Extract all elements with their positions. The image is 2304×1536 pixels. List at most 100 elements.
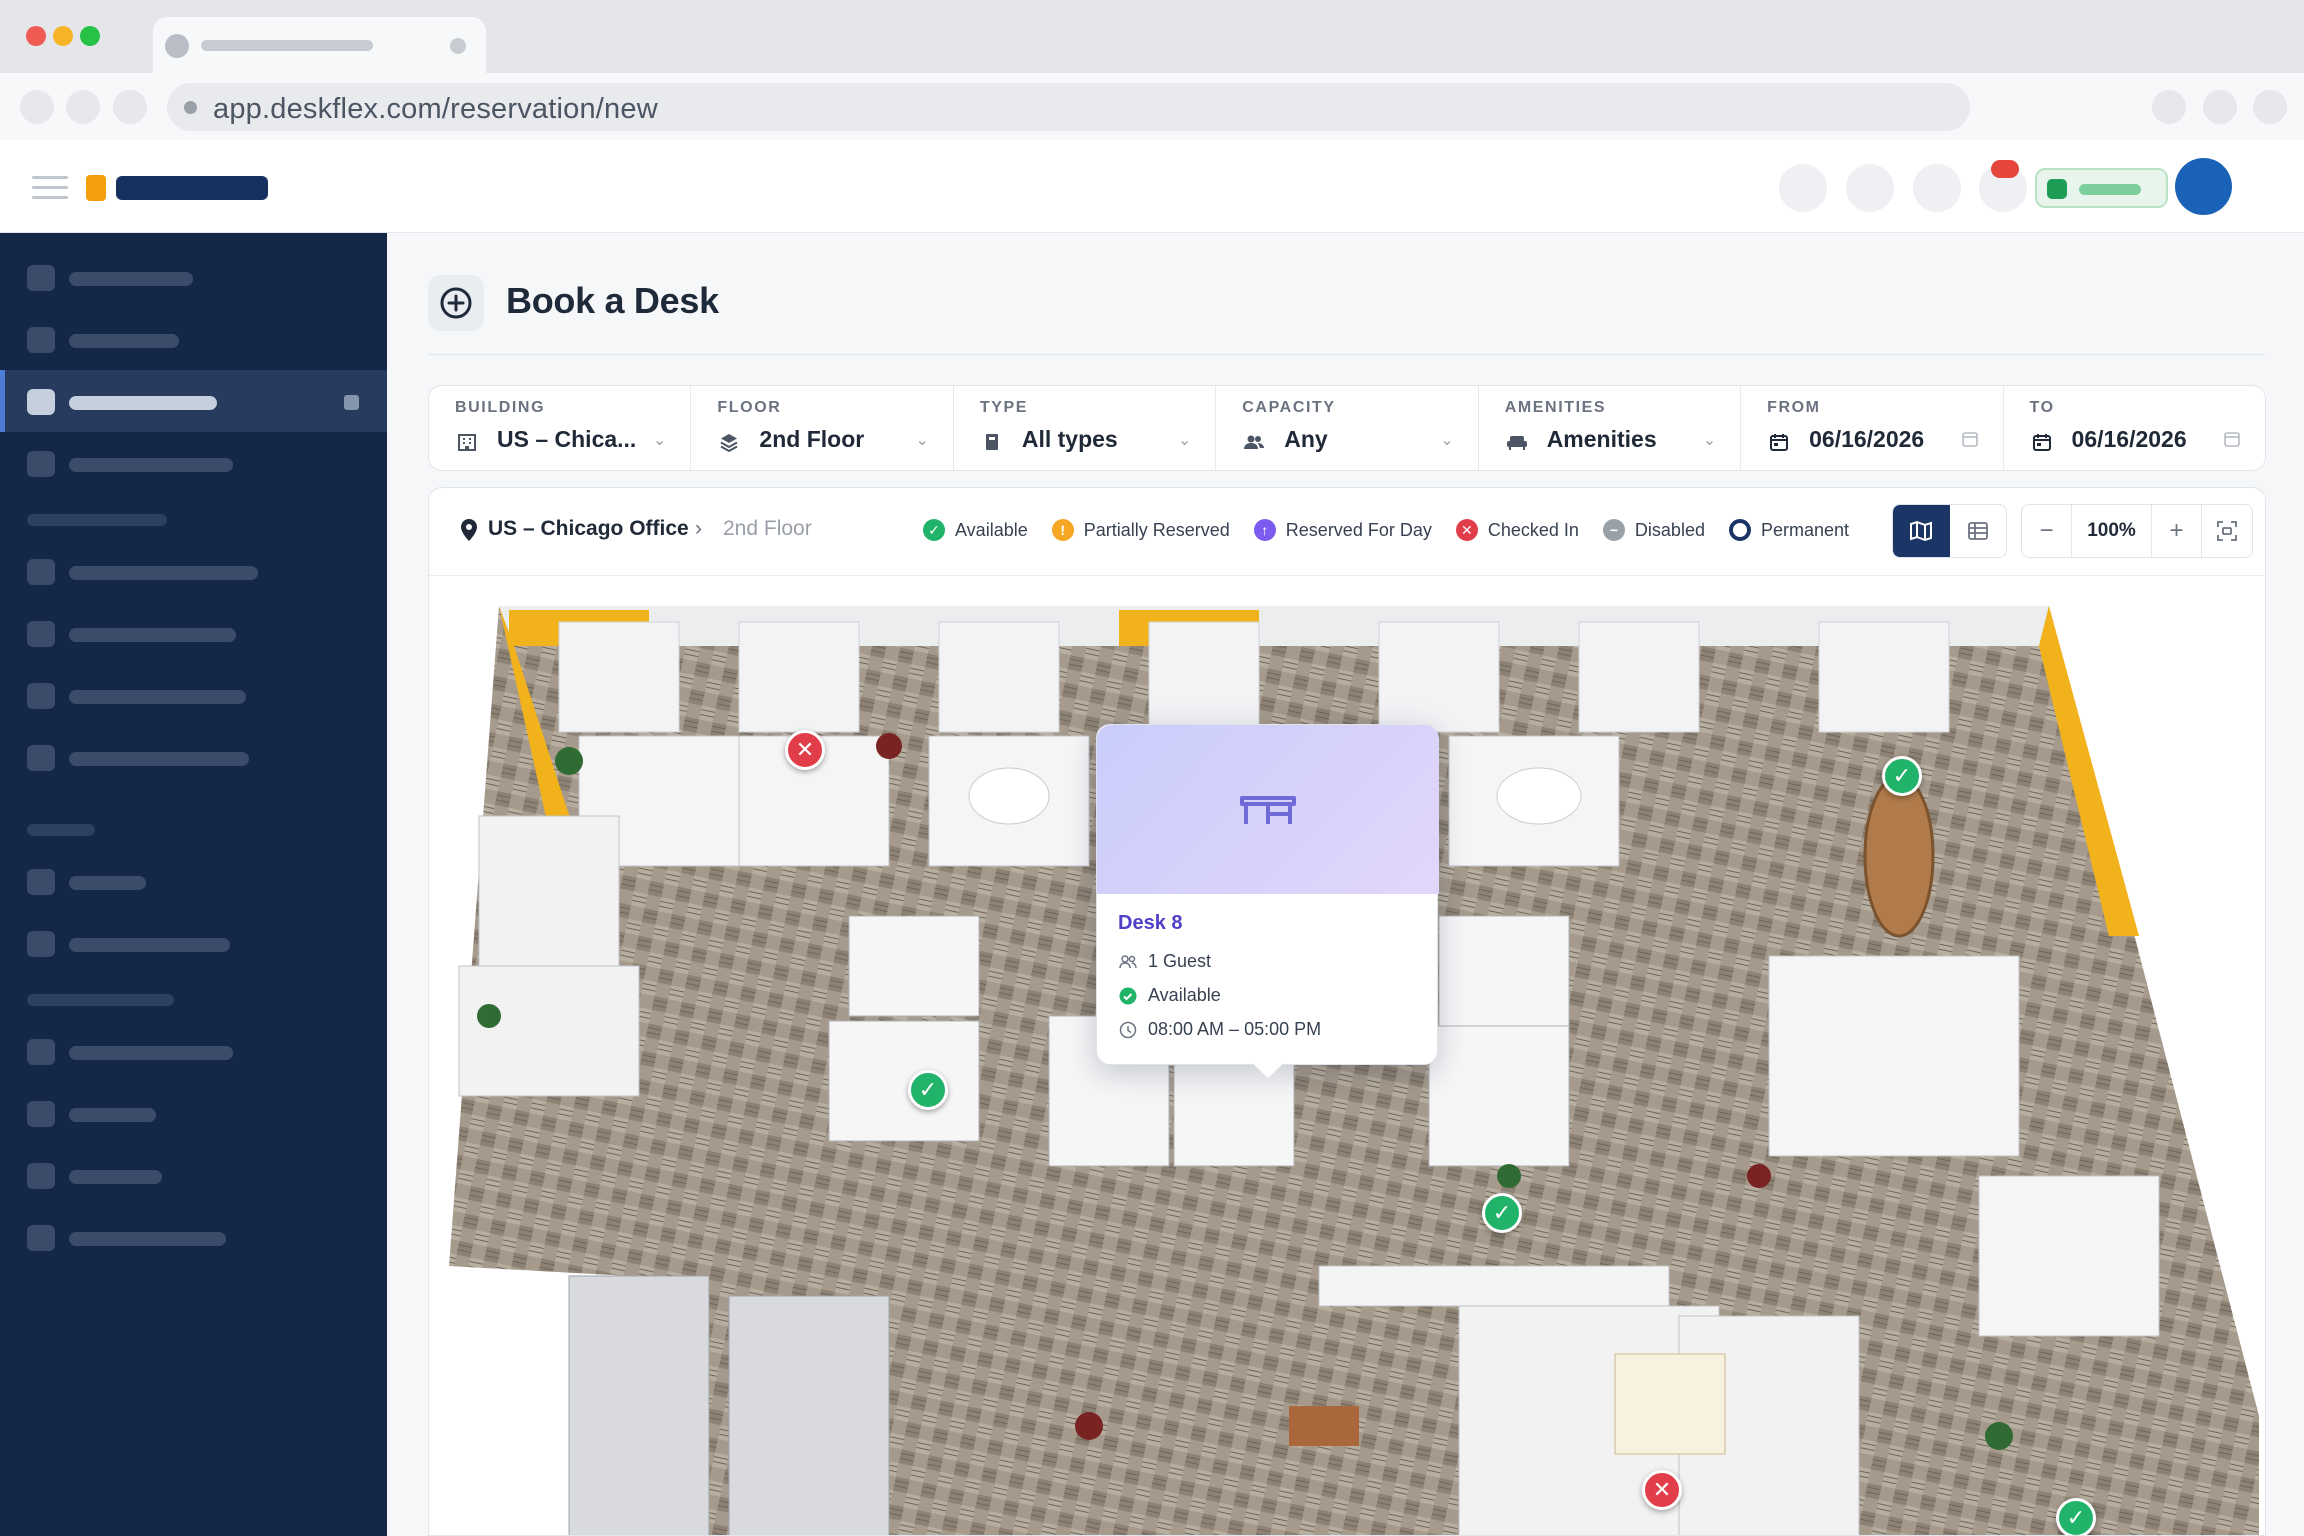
minus-circle-icon: − (1602, 519, 1625, 541)
x-circle-icon: ✕ (1455, 519, 1478, 541)
legend-reserved-for-day: ↑ Reserved For Day (1253, 519, 1432, 541)
tab-title-placeholder (201, 40, 373, 51)
amenities-filter[interactable]: AMENITIES Amenities ⌄ (1479, 386, 1742, 470)
breadcrumb-location[interactable]: US – Chicago Office (488, 517, 689, 541)
filter-value: Any (1284, 426, 1328, 452)
logo-icon (86, 175, 106, 201)
from-date-filter[interactable]: FROM 06/16/2026 (1741, 386, 2004, 470)
title-divider (428, 354, 2266, 355)
alert-circle-icon: ! (1051, 519, 1074, 541)
tab-close-icon[interactable] (450, 38, 466, 54)
filter-value: 06/16/2026 (1809, 426, 1925, 452)
sidebar-item[interactable] (0, 246, 387, 308)
building-filter[interactable]: BUILDING US – Chica... ⌄ (429, 386, 692, 470)
calendar-outline-icon[interactable] (1961, 430, 1979, 453)
desk-status: Available (1118, 985, 1221, 1006)
sidebar-item[interactable] (0, 540, 387, 602)
status-icon (2047, 179, 2067, 199)
ring-circle-icon (1728, 519, 1751, 541)
legend-available: ✓ Available (923, 519, 1028, 541)
search-icon[interactable] (1846, 164, 1894, 212)
desk-tooltip: Desk 8 1 Guest Available 08:00 AM – 05:0… (1096, 724, 1439, 1080)
calendar-icon (2030, 430, 2054, 454)
sidebar-section-header (27, 824, 95, 836)
extension-icon[interactable] (2152, 90, 2186, 124)
maximize-window-icon[interactable] (80, 26, 100, 46)
desk-name[interactable]: Desk 8 (1118, 912, 1183, 935)
browser-menu-icon[interactable] (2253, 90, 2287, 124)
check-circle-icon (1118, 986, 1138, 1006)
zoom-out-button[interactable]: − (2022, 505, 2072, 557)
add-circle-icon (428, 275, 484, 331)
list-icon (1967, 522, 1988, 540)
sidebar-item[interactable] (0, 912, 387, 974)
type-filter[interactable]: TYPE All types ⌄ (954, 386, 1217, 470)
sidebar-item[interactable] (0, 1206, 387, 1268)
sidebar-item[interactable] (0, 602, 387, 664)
help-icon[interactable] (1779, 164, 1827, 212)
minimize-window-icon[interactable] (53, 26, 73, 46)
back-icon[interactable] (20, 90, 54, 124)
notification-badge (1991, 160, 2019, 178)
secure-icon (184, 101, 197, 114)
status-legend: ✓ Available ! Partially Reserved ↑ Reserved… (923, 519, 1873, 541)
sidebar-item[interactable] (0, 726, 387, 788)
sidebar-item[interactable] (0, 308, 387, 370)
browser-tab[interactable] (153, 17, 486, 73)
sidebar-item-active[interactable] (0, 370, 387, 432)
desk-marker-checked-in[interactable]: ✕ (785, 730, 825, 770)
sidebar-item[interactable] (0, 664, 387, 726)
capacity-filter[interactable]: CAPACITY Any ⌄ (1216, 386, 1479, 470)
filter-value: US – Chica... (497, 426, 637, 452)
desk-preview (1097, 725, 1439, 894)
user-avatar[interactable] (2175, 158, 2232, 215)
url-field[interactable]: app.deskflex.com/reservation/new (167, 83, 1970, 131)
zoom-control: − 100% + (2021, 504, 2253, 558)
fit-screen-button[interactable] (2202, 505, 2252, 557)
desk-marker-available[interactable]: ✓ (908, 1070, 948, 1110)
browser-address-bar: app.deskflex.com/reservation/new (0, 73, 2304, 140)
profile-icon[interactable] (2203, 90, 2237, 124)
calendar-outline-icon[interactable] (2223, 430, 2241, 453)
sidebar-item[interactable] (0, 1020, 387, 1082)
sidebar-item[interactable] (0, 1144, 387, 1206)
filter-label: BUILDING (455, 399, 546, 416)
page-title: Book a Desk (506, 280, 719, 321)
status-label-placeholder (2079, 184, 2141, 195)
legend-partially-reserved: ! Partially Reserved (1051, 519, 1230, 541)
breadcrumb-floor: 2nd Floor (723, 517, 812, 540)
browser-tab-bar (0, 0, 2304, 73)
map-view-button[interactable] (1893, 505, 1950, 557)
floor-filter[interactable]: FLOOR 2nd Floor ⌄ (691, 386, 954, 470)
logo-wordmark (116, 176, 268, 200)
sofa-icon (1505, 430, 1529, 454)
desk-marker-available[interactable]: ✓ (2056, 1498, 2096, 1535)
close-window-icon[interactable] (26, 26, 46, 46)
list-view-button[interactable] (1950, 505, 2007, 557)
settings-icon[interactable] (1913, 164, 1961, 212)
forward-icon[interactable] (66, 90, 100, 124)
desk-marker-checked-in[interactable]: ✕ (1642, 1470, 1682, 1510)
filter-label: TYPE (979, 399, 1029, 416)
zoom-in-button[interactable]: + (2152, 505, 2202, 557)
arrow-up-circle-icon: ↑ (1253, 519, 1276, 541)
sidebar-section-header (27, 514, 167, 526)
sidebar-item[interactable] (0, 432, 387, 494)
favicon-icon (165, 34, 189, 58)
filter-label: FLOOR (717, 399, 782, 416)
hamburger-menu-icon[interactable] (32, 176, 68, 200)
chevron-down-icon: ⌄ (915, 432, 929, 449)
breadcrumb-separator: › (695, 517, 702, 540)
sidebar-item[interactable] (0, 1082, 387, 1144)
sidebar-section-header (27, 994, 174, 1006)
filter-value: All types (1021, 426, 1118, 452)
sidebar-item[interactable] (0, 850, 387, 912)
desk-marker-available[interactable]: ✓ (1482, 1193, 1522, 1233)
desk-marker-available[interactable]: ✓ (1882, 756, 1922, 796)
people-icon (1242, 430, 1266, 454)
status-pill[interactable] (2035, 168, 2168, 208)
reload-icon[interactable] (113, 90, 147, 124)
filter-value: 06/16/2026 (2071, 426, 2187, 452)
to-date-filter[interactable]: TO 06/16/2026 (2004, 386, 2265, 470)
desk-guests: 1 Guest (1118, 951, 1211, 972)
